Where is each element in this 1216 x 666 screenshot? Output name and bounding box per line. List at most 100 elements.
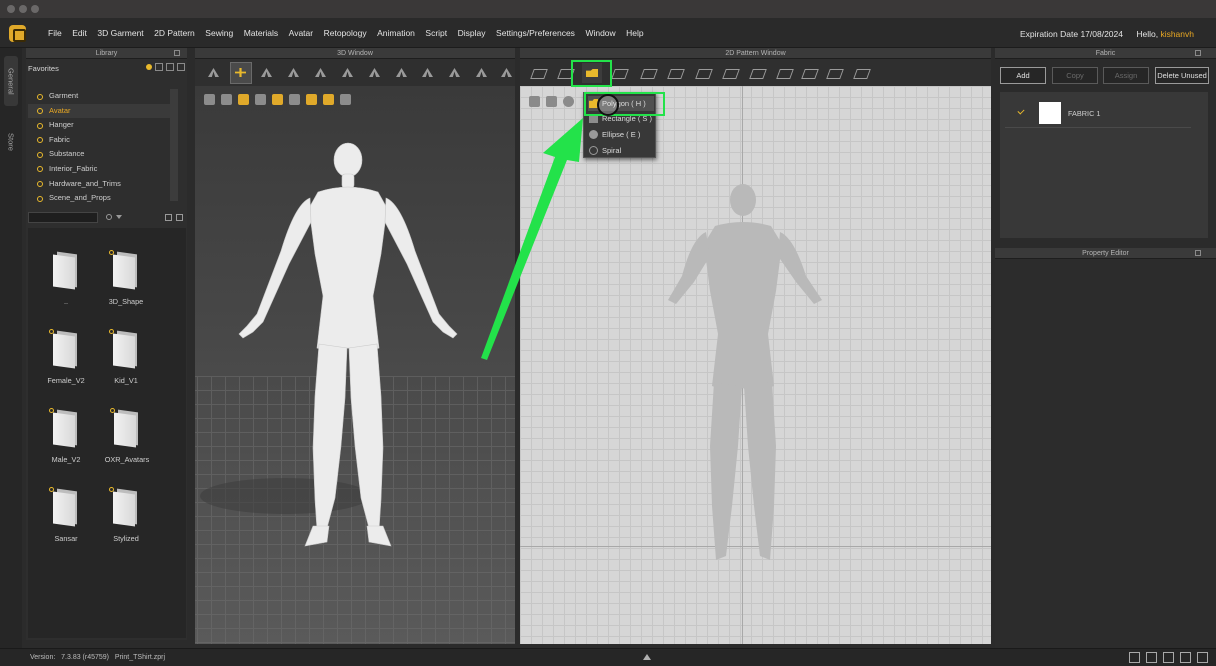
fold-2d-tool[interactable]	[747, 63, 767, 83]
dropdown-item-spiral[interactable]: Spiral	[588, 143, 654, 158]
fold-tool[interactable]	[365, 63, 385, 83]
check-sewing-tool[interactable]	[472, 63, 492, 83]
trace-tool[interactable]	[638, 63, 658, 83]
3d-viewport[interactable]	[195, 86, 515, 644]
username[interactable]: kishanvh	[1160, 29, 1194, 39]
move-tool[interactable]	[230, 62, 252, 84]
layout-split-icon[interactable]	[1146, 652, 1157, 663]
menu-avatar[interactable]: Avatar	[289, 28, 313, 38]
more-tools-icon[interactable]	[497, 63, 511, 83]
fabric-item[interactable]: FABRIC 1	[1005, 102, 1191, 128]
transform-pattern-2d-tool[interactable]	[528, 63, 548, 83]
free-sewing-2d-tool[interactable]	[799, 63, 819, 83]
minimize-window-button[interactable]	[19, 5, 27, 13]
folder-kid-v1[interactable]: Kid_V1	[101, 329, 151, 385]
menu-animation[interactable]: Animation	[377, 28, 415, 38]
undock-icon[interactable]	[1195, 250, 1201, 256]
curve-point-tool[interactable]	[665, 63, 685, 83]
menu-sewing[interactable]: Sewing	[205, 28, 233, 38]
menu-settings[interactable]: Settings/Preferences	[496, 28, 575, 38]
assign-fabric-button[interactable]: Assign	[1103, 67, 1149, 84]
folder-female-v2[interactable]: Female_V2	[41, 329, 91, 385]
menu-help[interactable]: Help	[626, 28, 643, 38]
select-icon[interactable]	[529, 96, 540, 107]
menu-edit[interactable]: Edit	[72, 28, 87, 38]
menu-3d-garment[interactable]: 3D Garment	[97, 28, 143, 38]
tab-general[interactable]: General	[4, 56, 18, 106]
search-icon[interactable]	[106, 214, 112, 220]
free-sewing-tool[interactable]	[445, 63, 465, 83]
copy-fabric-button[interactable]: Copy	[1052, 67, 1098, 84]
garment-display-icon[interactable]	[221, 94, 232, 105]
trims-icon[interactable]	[272, 94, 283, 105]
measure-icon[interactable]	[323, 94, 334, 105]
refresh-icon[interactable]	[165, 214, 172, 221]
delete-unused-button[interactable]: Delete Unused	[1155, 67, 1209, 84]
avatar-display-icon[interactable]	[204, 94, 215, 105]
texture-display-icon[interactable]	[255, 94, 266, 105]
refresh-icon[interactable]	[177, 63, 185, 71]
export-icon[interactable]	[340, 94, 351, 105]
tree-scrollbar[interactable]	[170, 89, 178, 201]
user-greeting[interactable]: Hello, kishanvh	[1136, 29, 1194, 39]
add-icon[interactable]	[166, 63, 174, 71]
folder-oxr-avatars[interactable]: OXR_Avatars	[101, 408, 153, 464]
chevron-down-icon[interactable]	[116, 215, 122, 219]
panel-menu-icon[interactable]	[391, 50, 397, 56]
pin-icon[interactable]	[146, 64, 152, 70]
close-window-button[interactable]	[7, 5, 15, 13]
undock-icon[interactable]	[174, 50, 180, 56]
avatar-model[interactable]	[195, 86, 515, 644]
folder-3d-shape[interactable]: 3D_Shape	[101, 250, 151, 306]
zoom-icon[interactable]	[563, 96, 574, 107]
segment-sewing-tool[interactable]	[418, 63, 438, 83]
layout-quad-icon[interactable]	[1180, 652, 1191, 663]
topstitch-tool[interactable]	[851, 63, 871, 83]
pattern-display-icon[interactable]	[289, 94, 300, 105]
tree-item-garment[interactable]: Garment	[28, 89, 170, 104]
simulation-icon[interactable]	[238, 94, 249, 105]
tack-tool[interactable]	[338, 63, 358, 83]
menu-2d-pattern[interactable]: 2D Pattern	[154, 28, 195, 38]
folder-stylized[interactable]: Stylized	[101, 487, 151, 543]
button-tool[interactable]	[824, 63, 844, 83]
tree-item-scene-and-props[interactable]: Scene_and_Props	[28, 191, 170, 206]
tree-item-fabric[interactable]: Fabric	[28, 133, 170, 148]
add-fabric-button[interactable]: Add	[1000, 67, 1046, 84]
tree-item-avatar[interactable]: Avatar	[28, 103, 170, 119]
edit-pattern-tool[interactable]	[311, 63, 331, 83]
zoom-window-button[interactable]	[31, 5, 39, 13]
menu-display[interactable]: Display	[458, 28, 486, 38]
layer-icon[interactable]	[546, 96, 557, 107]
transform-pattern-tool[interactable]	[257, 63, 277, 83]
folder-parent[interactable]: ..	[41, 251, 91, 306]
panel-menu-icon[interactable]	[146, 50, 152, 56]
menu-window[interactable]: Window	[585, 28, 615, 38]
dropdown-item-ellipse[interactable]: Ellipse ( E )	[588, 127, 654, 142]
tree-item-hardware-and-trims[interactable]: Hardware_and_Trims	[28, 177, 170, 192]
tree-item-interior-fabric[interactable]: Interior_Fabric	[28, 162, 170, 177]
tab-store[interactable]: Store	[4, 124, 18, 160]
slash-tool[interactable]	[720, 63, 740, 83]
tree-item-substance[interactable]: Substance	[28, 147, 170, 162]
folder-male-v2[interactable]: Male_V2	[41, 408, 91, 464]
expand-up-icon[interactable]	[643, 654, 651, 660]
list-view-icon[interactable]	[176, 214, 183, 221]
menu-materials[interactable]: Materials	[244, 28, 278, 38]
arrangement-tool[interactable]	[392, 63, 412, 83]
menu-retopology[interactable]: Retopology	[324, 28, 367, 38]
download-icon[interactable]	[155, 63, 163, 71]
tree-item-hanger[interactable]: Hanger	[28, 118, 170, 133]
menu-file[interactable]: File	[48, 28, 62, 38]
library-search-input[interactable]	[28, 212, 98, 223]
select-mesh-tool[interactable]	[204, 63, 224, 83]
segment-sewing-2d-tool[interactable]	[774, 63, 794, 83]
avatar-visibility-icon[interactable]	[306, 94, 317, 105]
internal-rectangle-tool[interactable]	[609, 63, 629, 83]
layout-custom-icon[interactable]	[1197, 652, 1208, 663]
undock-icon[interactable]	[1195, 50, 1201, 56]
menu-script[interactable]: Script	[425, 28, 447, 38]
folder-sansar[interactable]: Sansar	[41, 487, 91, 543]
layout-triple-icon[interactable]	[1163, 652, 1174, 663]
edit-curvature-tool[interactable]	[693, 63, 713, 83]
